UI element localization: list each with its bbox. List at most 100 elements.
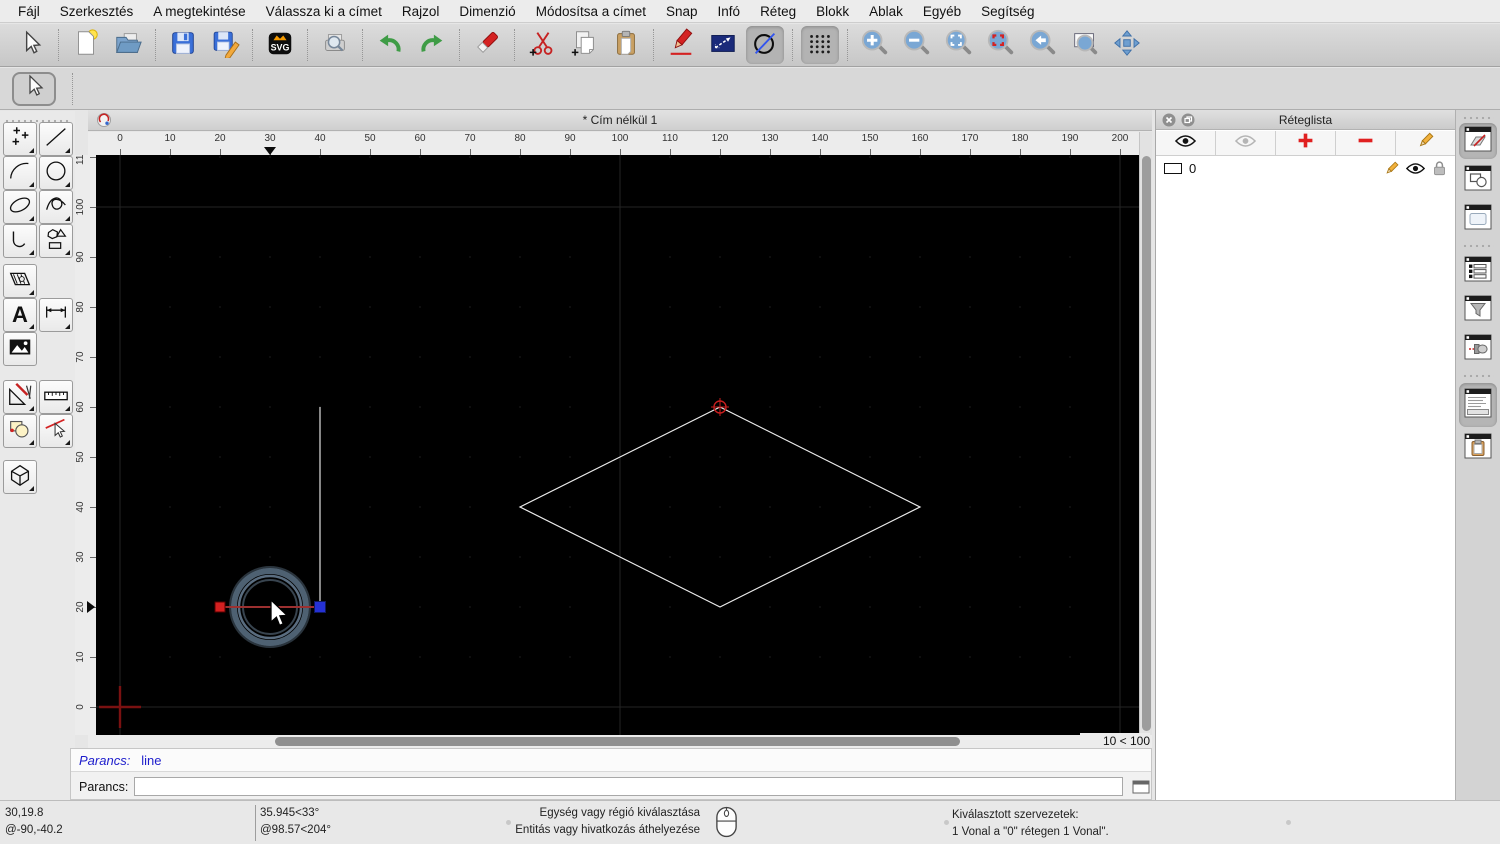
layer-color-swatch[interactable]: [1164, 162, 1182, 174]
dock-library-browser-button[interactable]: [1459, 201, 1497, 237]
zoom-auto-button[interactable]: [940, 26, 978, 64]
zoom-out-button[interactable]: [898, 26, 936, 64]
line-tool-button[interactable]: [39, 122, 73, 156]
menu-item-11[interactable]: Blokk: [806, 4, 859, 19]
select-entity-tool-button[interactable]: [39, 414, 73, 448]
menu-item-4[interactable]: Válassza ki a címet: [256, 4, 392, 19]
menu-item-7[interactable]: Módosítsa a címet: [526, 4, 656, 19]
zoom-in-button[interactable]: [856, 26, 894, 64]
dock-plugins-button[interactable]: [1459, 331, 1497, 367]
redo-button[interactable]: [413, 26, 451, 64]
zoom-selected-button[interactable]: [982, 26, 1020, 64]
menu-item-5[interactable]: Rajzol: [392, 4, 450, 19]
new-document-button[interactable]: [67, 26, 105, 64]
scissors-icon: [527, 28, 557, 63]
copy-button[interactable]: [565, 26, 603, 64]
dock-clipboard-button[interactable]: [1459, 430, 1497, 466]
dock-layer-list-button[interactable]: [1459, 123, 1497, 159]
image-tool-button[interactable]: [3, 332, 37, 366]
vertical-scrollbar-thumb[interactable]: [1142, 156, 1151, 731]
line-attributes-icon: [708, 28, 738, 63]
points-icon: [6, 123, 34, 156]
solid-3d-tool-button[interactable]: [3, 460, 37, 494]
arc-tool-button[interactable]: [3, 156, 37, 190]
modify-tool-button[interactable]: [3, 380, 37, 414]
grid-toggle-button[interactable]: [801, 26, 839, 64]
horizontal-scrollbar-thumb[interactable]: [275, 737, 960, 746]
ellipse-tool-button[interactable]: [3, 190, 37, 224]
spline-tool-button[interactable]: [39, 190, 73, 224]
circle-tool-button[interactable]: [39, 156, 73, 190]
points-tool-button[interactable]: [3, 122, 37, 156]
text-tool-button[interactable]: A: [3, 298, 37, 332]
undo-button[interactable]: [371, 26, 409, 64]
menu-item-6[interactable]: Dimenzió: [449, 4, 525, 19]
command-dock-button[interactable]: [1131, 779, 1151, 795]
pen-attributes-button[interactable]: [662, 26, 700, 64]
selection-status-title: Kiválasztott szervezetek:: [952, 809, 1079, 821]
order-tool-button[interactable]: [3, 414, 37, 448]
absolute-coordinates: 30,19.8: [5, 807, 44, 819]
print-preview-button[interactable]: [316, 26, 354, 64]
save-button[interactable]: [164, 26, 202, 64]
menu-item-13[interactable]: Egyéb: [913, 4, 971, 19]
zoom-pan-button[interactable]: [1108, 26, 1146, 64]
zoom-previous-button[interactable]: [1024, 26, 1062, 64]
polygon-tool-button[interactable]: [39, 224, 73, 258]
hide-all-layers-button[interactable]: [1216, 131, 1276, 155]
draft-mode-button[interactable]: [746, 26, 784, 64]
edit-layer-button[interactable]: [1396, 131, 1455, 155]
horizontal-ruler: 0 10 20 30 40 50 60 70 80 90 100 110 120 130 140 150 160…: [88, 132, 1139, 155]
circle-icon: [42, 157, 70, 190]
lock-icon[interactable]: [1432, 160, 1447, 179]
add-layer-button[interactable]: [1276, 131, 1336, 155]
main-toolbar: SVG: [0, 24, 1500, 67]
horizontal-scrollbar[interactable]: 10 < 100: [88, 733, 1152, 749]
remove-layer-button[interactable]: [1336, 131, 1396, 155]
cut-button[interactable]: [523, 26, 561, 64]
vruler-label: 30: [75, 551, 86, 563]
dock-command-widget-button[interactable]: [1459, 383, 1497, 427]
select-arrow-icon: [18, 29, 44, 61]
layer-row[interactable]: 0: [1156, 157, 1455, 179]
polyline-tool-button[interactable]: [3, 224, 37, 258]
drawing-canvas[interactable]: [96, 155, 1139, 735]
dock-entity-list-button[interactable]: [1459, 253, 1497, 289]
measure-tool-button[interactable]: [39, 380, 73, 414]
mouse-hint-right: Entitás vagy hivatkozás áthelyezése: [515, 824, 700, 836]
vertical-scrollbar[interactable]: [1139, 132, 1152, 735]
eye-icon[interactable]: [1405, 162, 1426, 178]
dock-drag-handle[interactable]: [1462, 115, 1494, 120]
menu-item-9[interactable]: Infó: [708, 4, 751, 19]
paste-button[interactable]: [607, 26, 645, 64]
zoom-window-button[interactable]: [1066, 26, 1104, 64]
menu-item-8[interactable]: Snap: [656, 4, 708, 19]
delete-button[interactable]: [468, 26, 506, 64]
line-attributes-button[interactable]: [704, 26, 742, 64]
dock-entity-filter-button[interactable]: [1459, 292, 1497, 328]
hatch-tool-button[interactable]: [3, 264, 37, 298]
document-titlebar[interactable]: * Cím nélkül 1: [88, 110, 1152, 131]
relative-coordinates: @-90,-40.2: [5, 824, 63, 836]
menu-item-14[interactable]: Segítség: [971, 4, 1044, 19]
active-tool-select-button[interactable]: [12, 71, 56, 106]
redo-icon: [417, 28, 447, 63]
arc-icon: [6, 157, 34, 190]
command-history: Parancs: line: [71, 749, 1151, 772]
dock-widget-toolbar: [1455, 110, 1500, 800]
menu-item-1[interactable]: Fájl: [8, 4, 50, 19]
select-button[interactable]: [12, 26, 50, 64]
command-input[interactable]: [134, 777, 1124, 796]
menu-item-2[interactable]: Szerkesztés: [50, 4, 144, 19]
open-file-button[interactable]: [109, 26, 147, 64]
menu-item-12[interactable]: Ablak: [859, 4, 913, 19]
export-svg-button[interactable]: SVG: [261, 26, 299, 64]
dock-block-list-button[interactable]: [1459, 162, 1497, 198]
ellipse-icon: [6, 191, 34, 224]
save-as-button[interactable]: [206, 26, 244, 64]
dimension-tool-button[interactable]: [39, 298, 73, 332]
pencil-icon[interactable]: [1384, 161, 1399, 179]
menu-item-3[interactable]: A megtekintése: [143, 4, 255, 19]
show-all-layers-button[interactable]: [1156, 131, 1216, 155]
menu-item-10[interactable]: Réteg: [750, 4, 806, 19]
